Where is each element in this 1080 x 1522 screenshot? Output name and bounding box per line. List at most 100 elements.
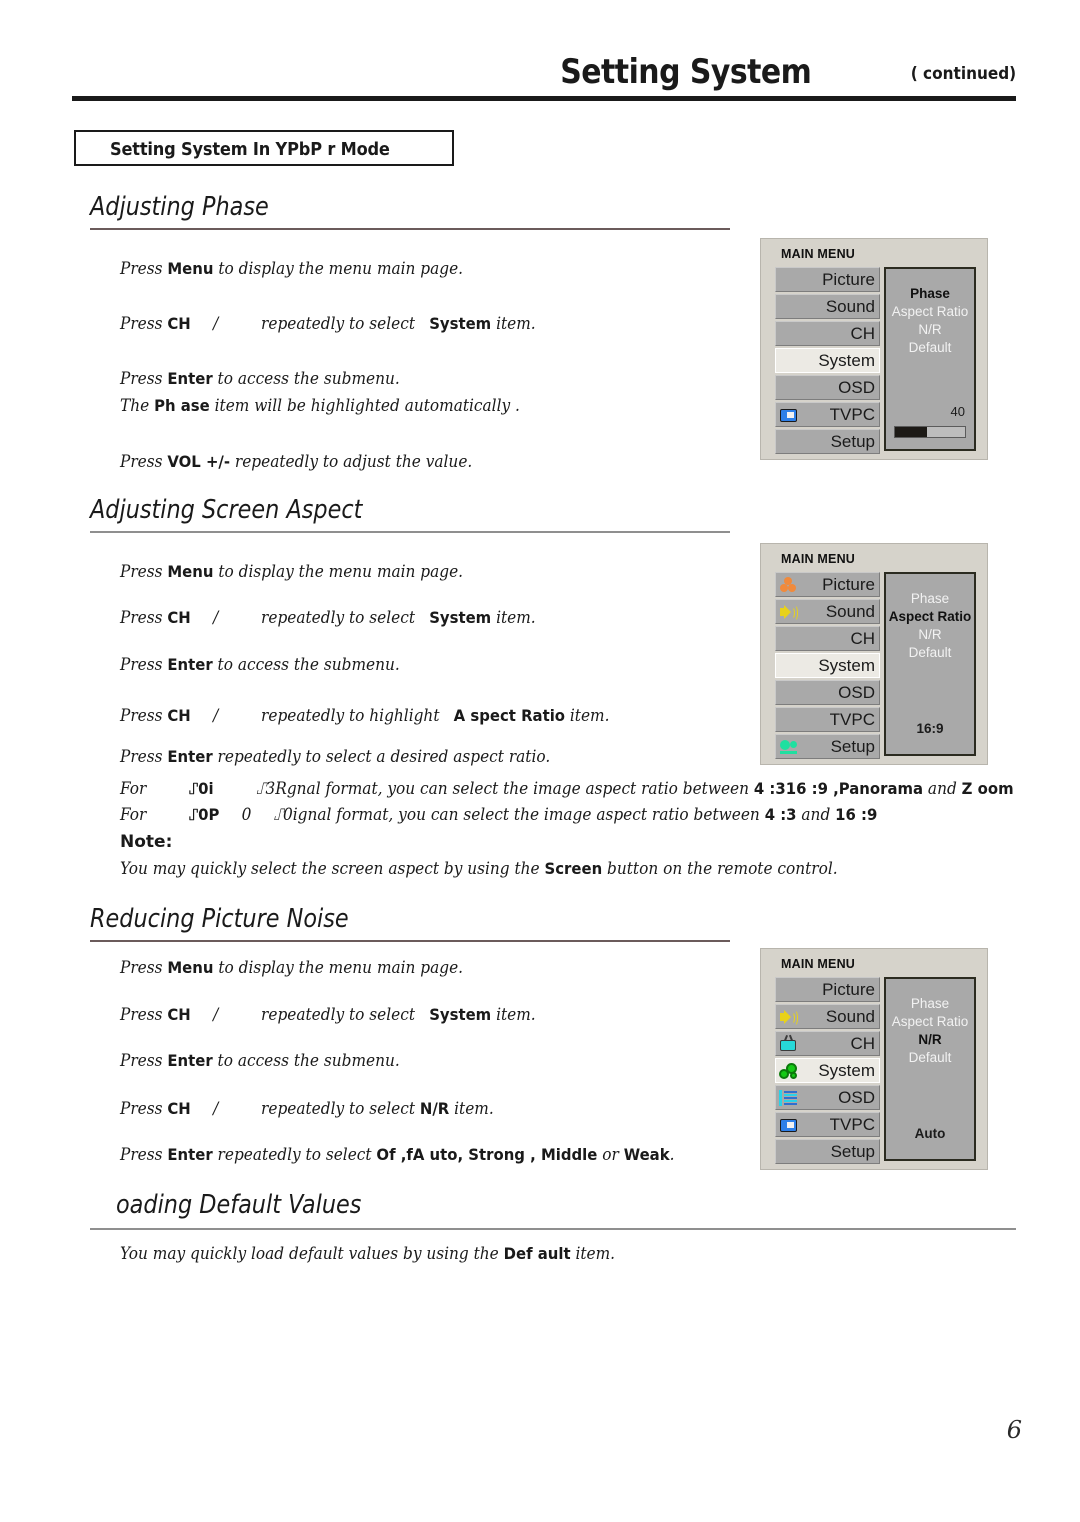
text-fragment: repeatedly to highlight bbox=[261, 706, 445, 725]
osd-menu-item-ch[interactable]: CH bbox=[775, 1031, 880, 1056]
section-rule-2 bbox=[90, 531, 730, 533]
osd-menu-item-picture[interactable]: Picture bbox=[775, 572, 880, 597]
text-fragment: button on the remote control. bbox=[602, 859, 838, 878]
text-fragment: For bbox=[120, 805, 147, 824]
osd-menu-item-osd[interactable]: OSD bbox=[775, 375, 880, 400]
osd-menu-item-sound[interactable]: Sound bbox=[775, 294, 880, 319]
text-fragment: Press bbox=[120, 369, 168, 388]
page-header: Setting System ( continued) bbox=[72, 52, 1016, 110]
instruction-line: Press CH / repeatedly to select N/R item. bbox=[120, 1099, 494, 1118]
osd-panel-aspect: MAIN MENU Picture Sound CH System OSD TVPC Set… bbox=[760, 543, 988, 765]
text-fragment: / bbox=[213, 706, 219, 725]
text-fragment: Press bbox=[120, 1005, 168, 1024]
osd-menu-item-label: System bbox=[818, 1061, 875, 1080]
text-fragment: ⑀3Rgnal format, you can select the image… bbox=[256, 779, 754, 798]
text-fragment: repeatedly to select a desired aspect ra… bbox=[212, 747, 551, 766]
key-label: Screen bbox=[544, 859, 603, 878]
section-rule-3 bbox=[90, 940, 730, 942]
osd-submenu-item-n-r[interactable]: N/R bbox=[886, 1031, 974, 1049]
osd-submenu-item-aspect-ratio[interactable]: Aspect Ratio bbox=[886, 303, 974, 321]
nr-options: Weak bbox=[623, 1145, 670, 1164]
osd-submenu-item-default[interactable]: Default bbox=[886, 644, 974, 662]
osd-menu-item-ch[interactable]: CH bbox=[775, 321, 880, 346]
key-label: Menu bbox=[167, 958, 214, 977]
instruction-line: Press Enter repeatedly to select a desir… bbox=[120, 747, 550, 766]
text-fragment: repeatedly to select bbox=[261, 1005, 420, 1024]
section-heading-adjusting-screen-aspect: Adjusting Screen Aspect bbox=[90, 495, 363, 525]
osd-menu-item-osd[interactable]: OSD bbox=[775, 680, 880, 705]
osd-submenu-item-phase[interactable]: Phase bbox=[886, 995, 974, 1013]
osd-menu-item-system[interactable]: System bbox=[775, 1058, 880, 1083]
monitor-icon bbox=[779, 1116, 798, 1134]
osd-menu-item-tvpc[interactable]: TVPC bbox=[775, 402, 880, 427]
osd-submenu-item-phase[interactable]: Phase bbox=[886, 285, 974, 303]
header-rule bbox=[72, 96, 1016, 101]
signal-format: ⑀0P bbox=[189, 805, 220, 824]
key-label: VOL +/- bbox=[167, 452, 231, 471]
key-label: System bbox=[429, 314, 492, 333]
osd-submenu-item-n-r[interactable]: N/R bbox=[886, 626, 974, 644]
osd-submenu-item-n-r[interactable]: N/R bbox=[886, 321, 974, 339]
osd-menu-item-setup[interactable]: Setup bbox=[775, 1139, 880, 1164]
aspect-ratio-value: 4 :3 bbox=[753, 779, 786, 798]
format-line: For ⑀0P 0 ⑀0ignal format, you can select th… bbox=[120, 805, 877, 824]
text-fragment: repeatedly to adjust the value. bbox=[230, 452, 473, 471]
key-label: CH bbox=[167, 1099, 191, 1118]
osd-submenu-item-aspect-ratio[interactable]: Aspect Ratio bbox=[886, 1013, 974, 1031]
key-label: Enter bbox=[167, 1051, 213, 1070]
text-fragment: item will be highlighted automatically . bbox=[209, 396, 520, 415]
osd-slider[interactable] bbox=[894, 426, 966, 438]
osd-menu-item-setup[interactable]: Setup bbox=[775, 429, 880, 454]
key-label: A spect Ratio bbox=[453, 706, 566, 725]
osd-menu-item-label: Setup bbox=[830, 1142, 875, 1161]
instruction-line: Press CH / repeatedly to highlight A spect… bbox=[120, 706, 609, 725]
text-fragment: Press bbox=[120, 706, 168, 725]
text-fragment: and bbox=[923, 779, 962, 798]
osd-menu-item-system[interactable]: System bbox=[775, 348, 880, 373]
osd-menu-item-system[interactable]: System bbox=[775, 653, 880, 678]
text-fragment: Press bbox=[120, 452, 168, 471]
text-fragment: repeatedly to select bbox=[261, 314, 420, 333]
sound-icon bbox=[779, 1008, 798, 1026]
text-fragment: . bbox=[669, 1145, 675, 1164]
text-fragment: / bbox=[213, 1099, 219, 1118]
osd-menu-item-setup[interactable]: Setup bbox=[775, 734, 880, 759]
osd-submenu: Phase Aspect Ratio N/R Default Auto bbox=[884, 977, 976, 1161]
section-rule-4 bbox=[90, 1228, 1016, 1230]
key-label: System bbox=[429, 1005, 492, 1024]
key-label: System bbox=[429, 608, 492, 627]
osd-menu-item-label: System bbox=[818, 351, 875, 370]
osd-menu-item-label: Picture bbox=[822, 270, 875, 289]
osd-menu-item-label: CH bbox=[850, 1034, 875, 1053]
osd-submenu-item-default[interactable]: Default bbox=[886, 339, 974, 357]
key-label: CH bbox=[167, 314, 191, 333]
instruction-line: Press Enter to access the submenu. bbox=[120, 369, 400, 388]
text-fragment: Press bbox=[120, 958, 168, 977]
osd-menu-item-tvpc[interactable]: TVPC bbox=[775, 1112, 880, 1137]
osd-submenu-item-aspect-ratio[interactable]: Aspect Ratio bbox=[886, 608, 974, 626]
osd-menu-item-sound[interactable]: Sound bbox=[775, 1004, 880, 1029]
text-fragment: 0 bbox=[241, 805, 252, 824]
text-fragment: / bbox=[213, 1005, 219, 1024]
osd-menu-item-picture[interactable]: Picture bbox=[775, 267, 880, 292]
osd-submenu-item-phase[interactable]: Phase bbox=[886, 590, 974, 608]
osd-menu-item-osd[interactable]: OSD bbox=[775, 1085, 880, 1110]
text-fragment: / bbox=[213, 314, 219, 333]
osd-menu-item-picture[interactable]: Picture bbox=[775, 977, 880, 1002]
instruction-line: Press Enter to access the submenu. bbox=[120, 1051, 400, 1070]
boxed-subtitle-text: Setting System In YPbP r Mode bbox=[110, 139, 390, 160]
osd-menu-item-tvpc[interactable]: TVPC bbox=[775, 707, 880, 732]
osd-menu-item-label: Sound bbox=[825, 1007, 875, 1026]
osd-value: 40 bbox=[950, 404, 965, 419]
nr-options: Of ,fA uto, Strong , Middle bbox=[376, 1145, 598, 1164]
aspect-ratio-value: 4 :3 bbox=[764, 805, 797, 824]
osd-button-list: Picture Sound CH System OSD TVPC Setup bbox=[775, 977, 880, 1166]
section-heading-adjusting-phase: Adjusting Phase bbox=[90, 192, 269, 222]
sound-icon bbox=[779, 603, 798, 621]
osd-menu-item-label: OSD bbox=[838, 683, 875, 702]
text-fragment: Press bbox=[120, 1099, 168, 1118]
osd-menu-item-ch[interactable]: CH bbox=[775, 626, 880, 651]
key-label: Ph ase bbox=[154, 396, 210, 415]
osd-submenu-item-default[interactable]: Default bbox=[886, 1049, 974, 1067]
osd-menu-item-sound[interactable]: Sound bbox=[775, 599, 880, 624]
